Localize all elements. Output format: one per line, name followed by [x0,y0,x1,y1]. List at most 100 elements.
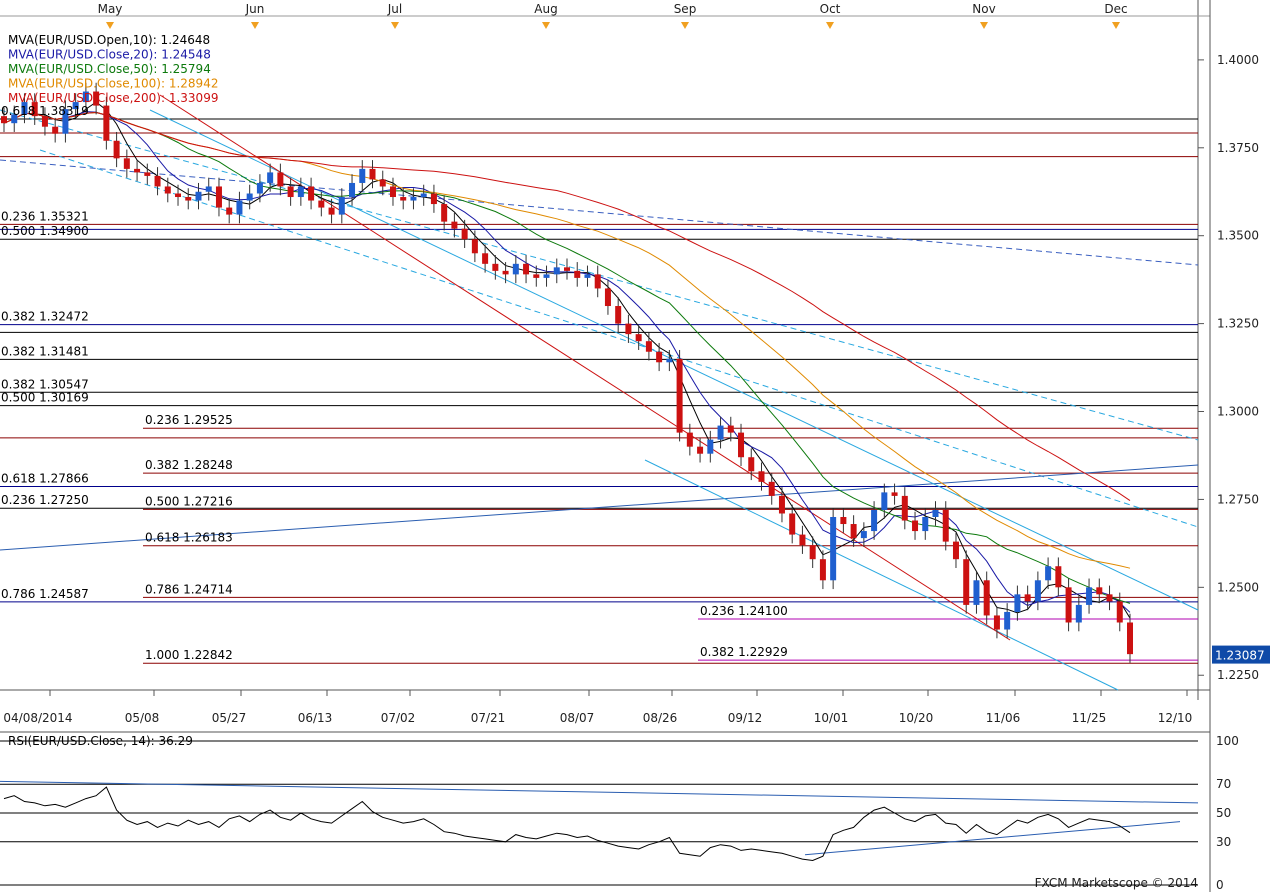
candle-body [226,207,233,215]
date-tick-label: 10/20 [899,711,934,725]
candle-body [1086,587,1093,605]
candle-body [809,545,816,560]
price-tick-label: 1.3750 [1217,141,1259,155]
date-tick-label: 05/08 [125,711,160,725]
candle-body [564,267,570,271]
candle-body [461,228,468,240]
candle-body [594,274,601,289]
candle-body [144,172,151,176]
price-tick-label: 1.3000 [1217,405,1259,419]
date-tick-label: 06/13 [298,711,333,725]
candle-body [215,186,222,208]
candle-body [942,509,949,542]
month-marker [391,22,399,29]
candle-body [891,492,898,496]
month-label: May [98,2,123,16]
trend-line [149,109,1199,611]
date-tick-label: 07/21 [471,711,506,725]
candle-body [574,270,581,278]
trend-line [0,159,1199,266]
date-tick-label: 05/27 [212,711,247,725]
candle-body [287,186,294,198]
candle-body [707,439,714,454]
candle-body [922,517,929,532]
candle-body [1045,566,1052,581]
date-tick-label: 10/01 [814,711,849,725]
candle-body [379,179,386,187]
candle-body [1075,604,1082,623]
fib-level-label: 0.236 1.24100 [700,604,788,618]
fib-level-label: 0.618 1.27866 [1,472,89,486]
fib-level-label: 0.382 1.28248 [145,458,233,472]
month-marker [980,22,988,29]
candle-body [205,186,212,192]
candle-body [676,358,683,433]
candle-body [738,432,745,458]
fib-level-label: 0.236 1.27250 [1,493,89,507]
month-label: Jun [245,2,265,16]
candle-body [195,191,202,201]
candle-body [604,288,611,307]
fib-level-label: 1.000 1.22842 [145,648,233,662]
candle-body [758,471,765,482]
candle-body [533,274,540,278]
candle-body [584,274,591,278]
fib-level-label: 0.382 1.32472 [1,310,89,324]
date-tick-label: 12/10 [1158,711,1193,725]
date-tick-label: 08/07 [560,711,595,725]
candle-body [748,457,755,472]
date-tick-label: 08/26 [643,711,678,725]
moving-average-line [3,111,1131,502]
candle-body [123,158,130,169]
candle-body [881,492,888,510]
candle-body [134,168,141,173]
candle-body [666,358,673,363]
candle-body [328,207,335,215]
candle-body [963,559,970,605]
price-tick-label: 1.4000 [1217,53,1259,67]
candle-body [1034,580,1041,602]
candle-body [1106,594,1113,602]
fib-level-label: 0.786 1.24714 [145,582,233,596]
candle-body [246,193,253,201]
price-tick-label: 1.2750 [1217,492,1259,506]
fib-level-label: 0.382 1.30547 [1,377,89,391]
fib-level-label: 0.786 1.24587 [1,587,89,601]
candle-body [983,580,990,616]
candle-body [52,126,59,134]
fib-level-label: 0.500 1.30169 [1,391,89,405]
candle-body [840,517,847,525]
candle-body [185,197,192,201]
month-label: Oct [820,2,841,16]
candle-body [349,182,356,198]
candle-body [553,267,560,275]
candle-body [308,186,315,201]
rsi-tick-label: 50 [1216,806,1231,820]
candle-body [154,175,161,187]
candle-body [471,239,478,254]
candle-body [778,495,785,514]
candle-body [850,524,857,539]
price-tick-label: 1.3500 [1217,229,1259,243]
month-label: Nov [972,2,995,16]
candle-body [768,481,775,496]
candle-body [410,197,417,201]
month-marker [1112,22,1120,29]
fib-level-label: 0.382 1.22929 [700,645,788,659]
candle-body [277,172,284,187]
rsi-line [3,786,1131,862]
candle-body [502,270,509,275]
candle-body [267,172,274,183]
chart-stage: May Jun Jul Aug Sep Oct Nov Dec 1.4000 1.3750 1.35… [0,0,1271,892]
fib-level-label: 0.618 1.26183 [145,531,233,545]
date-tick-label: 11/06 [986,711,1021,725]
price-tick-label: 1.2500 [1217,580,1259,594]
month-label: Jul [387,2,402,16]
rsi-tick-label: 30 [1216,835,1231,849]
candle-body [1065,587,1072,623]
candle-body [256,182,263,194]
fib-level-label: 0.236 1.35321 [1,209,89,223]
candle-body [430,193,437,205]
candle-body [717,425,724,440]
rsi-tick-label: 70 [1216,777,1231,791]
